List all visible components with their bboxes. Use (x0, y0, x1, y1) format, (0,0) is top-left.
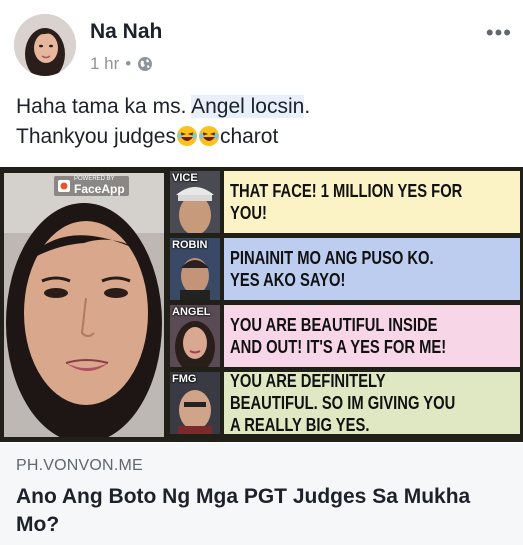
judge-photo: FMG (170, 372, 220, 434)
judge-photo: VICE (170, 171, 220, 233)
post-meta: 1 hr • (90, 54, 153, 74)
laughing-emoji-icon (198, 126, 219, 146)
judge-quote: THAT FACE! 1 MILLION YES FOR YOU! (224, 171, 520, 233)
more-options-icon[interactable]: ••• (486, 20, 512, 46)
judge-name: ANGEL (172, 306, 211, 318)
judge-name: VICE (172, 172, 198, 184)
judge-quote: YOU ARE DEFINITELY BEAUTIFUL. SO IM GIVI… (224, 371, 520, 435)
text-part: charot (219, 125, 279, 148)
judge-photo: ANGEL (170, 305, 220, 367)
judge-row-angel: ANGEL YOU ARE BEAUTIFUL INSIDE AND OUT! … (170, 305, 520, 367)
judge-row-vice: VICE THAT FACE! 1 MILLION YES FOR YOU! (170, 171, 520, 233)
facebook-post: Na Nah 1 hr • ••• Haha tama ka ms. Angel… (0, 0, 523, 545)
judge-quote: YOU ARE BEAUTIFUL INSIDE AND OUT! IT'S A… (224, 305, 520, 367)
author-name[interactable]: Na Nah (90, 20, 162, 44)
shared-link[interactable]: POWERED BY FaceApp VICE THAT FACE! 1 MIL… (0, 167, 523, 545)
text-part: Haha tama ka ms. (16, 95, 192, 118)
judge-row-robin: ROBIN PINAINIT MO ANG PUSO KO. YES AKO S… (170, 238, 520, 300)
globe-icon[interactable] (137, 56, 153, 72)
post-header: Na Nah 1 hr • ••• (14, 14, 514, 84)
post-text-line-2: Thankyou judges charot (16, 122, 511, 152)
judge-row-fmg: FMG YOU ARE DEFINITELY BEAUTIFUL. SO IM … (170, 371, 520, 435)
judge-quote-text: YOU ARE BEAUTIFUL INSIDE AND OUT! IT'S A… (230, 315, 447, 357)
text-part: . (304, 95, 311, 118)
faceapp-badge: POWERED BY FaceApp (54, 176, 129, 196)
mention-highlight[interactable]: Angel locsin (191, 95, 305, 118)
laughing-emoji-icon (176, 126, 197, 146)
post-text: Haha tama ka ms. Angel locsin. Thankyou … (16, 92, 511, 152)
judge-quote-text: THAT FACE! 1 MILLION YES FOR YOU! (230, 181, 463, 223)
meta-separator: • (125, 54, 132, 73)
judge-quote: PINAINIT MO ANG PUSO KO. YES AKO SAYO! (224, 238, 520, 300)
link-caption[interactable]: PH.VONVON.ME Ano Ang Boto Ng Mga PGT Jud… (0, 443, 523, 545)
post-time[interactable]: 1 hr (90, 54, 119, 74)
post-text-line-1: Haha tama ka ms. Angel locsin. (16, 92, 511, 122)
judge-name: ROBIN (172, 239, 208, 251)
link-domain: PH.VONVON.ME (16, 457, 143, 474)
judge-name: FMG (172, 373, 197, 385)
judge-photo: ROBIN (170, 238, 220, 300)
judge-quote-text: YOU ARE DEFINITELY BEAUTIFUL. SO IM GIVI… (230, 371, 456, 435)
link-title[interactable]: Ano Ang Boto Ng Mga PGT Judges Sa Mukha … (16, 483, 506, 539)
faceapp-logo-icon (58, 180, 70, 192)
judge-quote-text: PINAINIT MO ANG PUSO KO. YES AKO SAYO! (230, 248, 434, 290)
user-photo: POWERED BY FaceApp (4, 173, 164, 437)
avatar[interactable] (14, 14, 76, 76)
text-part: Thankyou judges (16, 125, 176, 148)
faceapp-name: FaceApp (74, 182, 125, 196)
shared-image[interactable]: POWERED BY FaceApp VICE THAT FACE! 1 MIL… (0, 167, 523, 442)
